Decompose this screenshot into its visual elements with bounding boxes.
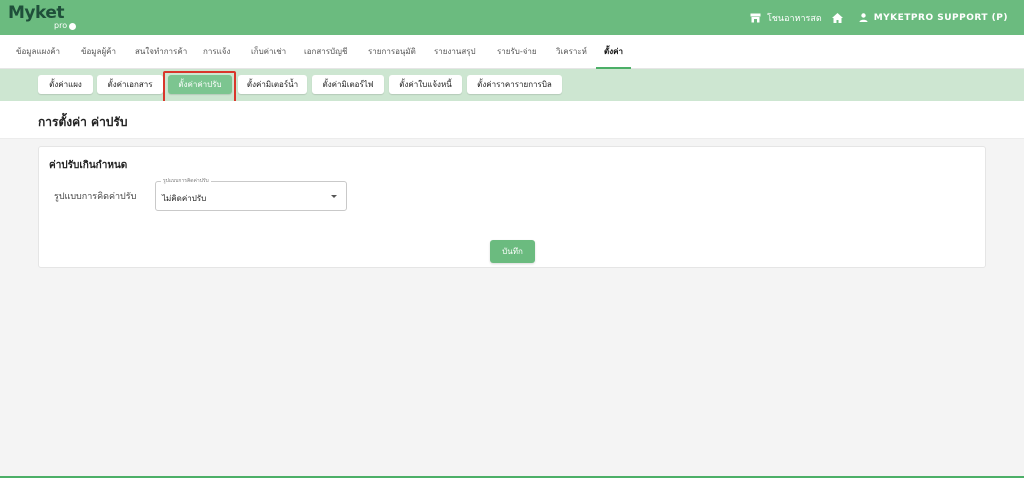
late-fee-card: ค่าปรับเกินกำหนด รูปแบบการคิดค่าปรับ รูป…: [38, 146, 986, 268]
store-icon: [750, 13, 761, 23]
select-value: ไม่คิดค่าปรับ: [162, 194, 207, 203]
tab-stall-info[interactable]: ข้อมูลแผงค้า: [16, 35, 60, 69]
shop-selector[interactable]: โชนอาหารสด: [750, 11, 822, 25]
logo-sub-label: pro: [54, 21, 68, 30]
tab-interested-trade[interactable]: สนใจทำการค้า: [135, 35, 187, 69]
app-logo[interactable]: Myket pro: [8, 4, 78, 32]
logo-subtext: pro: [54, 21, 77, 31]
page-title: การตั้งค่า ค่าปรับ: [38, 115, 128, 129]
user-icon: [859, 13, 868, 22]
subtab-stall-settings[interactable]: ตั้งค่าแผง: [38, 75, 93, 94]
tab-accounting-docs[interactable]: เอกสารบัญชี: [304, 35, 347, 69]
tab-approvals[interactable]: รายการอนุมัติ: [368, 35, 416, 69]
fee-method-select[interactable]: รูปแบบการคิดค่าปรับ ไม่คิดค่าปรับ: [155, 177, 347, 211]
tab-summary-report[interactable]: รายงานสรุป: [434, 35, 476, 69]
select-legend: รูปแบบการคิดค่าปรับ: [161, 177, 211, 185]
fee-method-label: รูปแบบการคิดค่าปรับ: [54, 192, 137, 202]
home-button[interactable]: [831, 12, 843, 23]
subtab-electric-meter-settings[interactable]: ตั้งค่ามิเตอร์ไฟ: [312, 75, 384, 94]
user-menu[interactable]: MYKETPRO SUPPORT (P): [859, 13, 1008, 23]
subtab-document-settings[interactable]: ตั้งค่าเอกสาร: [97, 75, 163, 94]
save-button[interactable]: บันทึก: [490, 240, 535, 263]
username: MYKETPRO SUPPORT (P): [873, 12, 1008, 23]
subtab-bill-item-price-settings[interactable]: ตั้งค่าราคารายการบิล: [467, 75, 562, 94]
tab-analytics[interactable]: วิเคราะห์: [556, 35, 587, 69]
tab-income-expense[interactable]: รายรับ-จ่าย: [497, 35, 537, 69]
settings-subnav: ตั้งค่าแผง ตั้งค่าเอกสาร ตั้งค่าค่าปรับ …: [0, 69, 1024, 101]
tab-notifications[interactable]: การแจ้ง: [203, 35, 230, 69]
tab-settings[interactable]: ตั้งค่า: [596, 35, 631, 69]
subtab-invoice-settings[interactable]: ตั้งค่าใบแจ้งหนี้: [389, 75, 462, 94]
subtab-late-fee-settings[interactable]: ตั้งค่าค่าปรับ: [168, 75, 232, 94]
chevron-down-icon: [331, 195, 337, 198]
subtab-water-meter-settings[interactable]: ตั้งค่ามิเตอร์น้ำ: [238, 75, 307, 94]
card-title: ค่าปรับเกินกำหนด: [49, 160, 128, 171]
tab-merchant-info[interactable]: ข้อมูลผู้ค้า: [81, 35, 116, 69]
logo-dot-icon: [69, 22, 77, 30]
shop-name: โชนอาหารสด: [766, 13, 822, 24]
logo-text: Myket: [8, 3, 65, 23]
title-bar: การตั้งค่า ค่าปรับ: [0, 101, 1024, 139]
header-actions: โชนอาหารสด MYKETPRO SUPPORT (P): [750, 0, 1008, 35]
main-nav: ข้อมูลแผงค้า ข้อมูลผู้ค้า สนใจทำการค้า ก…: [0, 35, 1024, 69]
tab-rent-collection[interactable]: เก็บค่าเช่า: [251, 35, 286, 69]
top-bar: Myket pro โชนอาหารสด MYKETPRO SUPPORT (P…: [0, 0, 1024, 35]
home-icon: [831, 12, 843, 23]
